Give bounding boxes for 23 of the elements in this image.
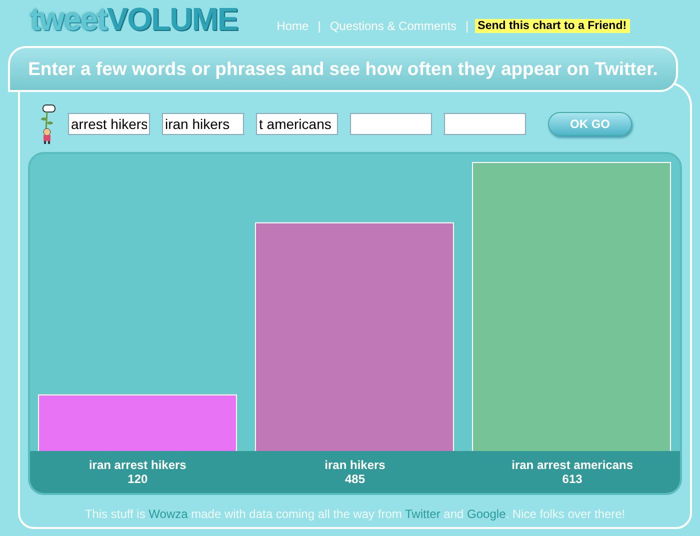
nav-link[interactable]: Send this chart to a Friend!	[474, 19, 630, 33]
value-label: 613	[562, 472, 582, 486]
footer-link[interactable]: Twitter	[405, 507, 440, 521]
value-label: 485	[344, 472, 365, 486]
banner-text: Enter a few words or phrases and see how often they appear on Twitter.	[28, 58, 658, 80]
category-label: iran arrest americans	[512, 458, 634, 472]
go-button[interactable]: OK GO	[548, 112, 632, 136]
footer-link[interactable]: Wowza	[148, 507, 188, 521]
logo[interactable]: tweetVOLUME	[30, 0, 238, 38]
figure-icon	[40, 104, 56, 144]
nav-link[interactable]: Questions & Comments	[326, 18, 460, 34]
footer-text: This stuff is Wowza made with data coming all the way from Twitter and Google. Nice folks over there!	[84, 507, 626, 521]
phrase-input[interactable]	[444, 113, 526, 135]
phrase-input[interactable]: t americans	[256, 113, 338, 135]
nav-link[interactable]: Home	[274, 18, 312, 34]
nav-separator: |	[466, 19, 469, 33]
value-label: 120	[128, 472, 148, 486]
nav-separator: |	[318, 19, 321, 33]
phrase-input[interactable]	[350, 113, 432, 135]
footer-link[interactable]: Google	[467, 507, 506, 521]
phrase-input[interactable]: iran hikers	[162, 113, 244, 135]
category-label: iran arrest hikers	[88, 458, 186, 472]
category-label: iran hikers	[324, 458, 386, 472]
